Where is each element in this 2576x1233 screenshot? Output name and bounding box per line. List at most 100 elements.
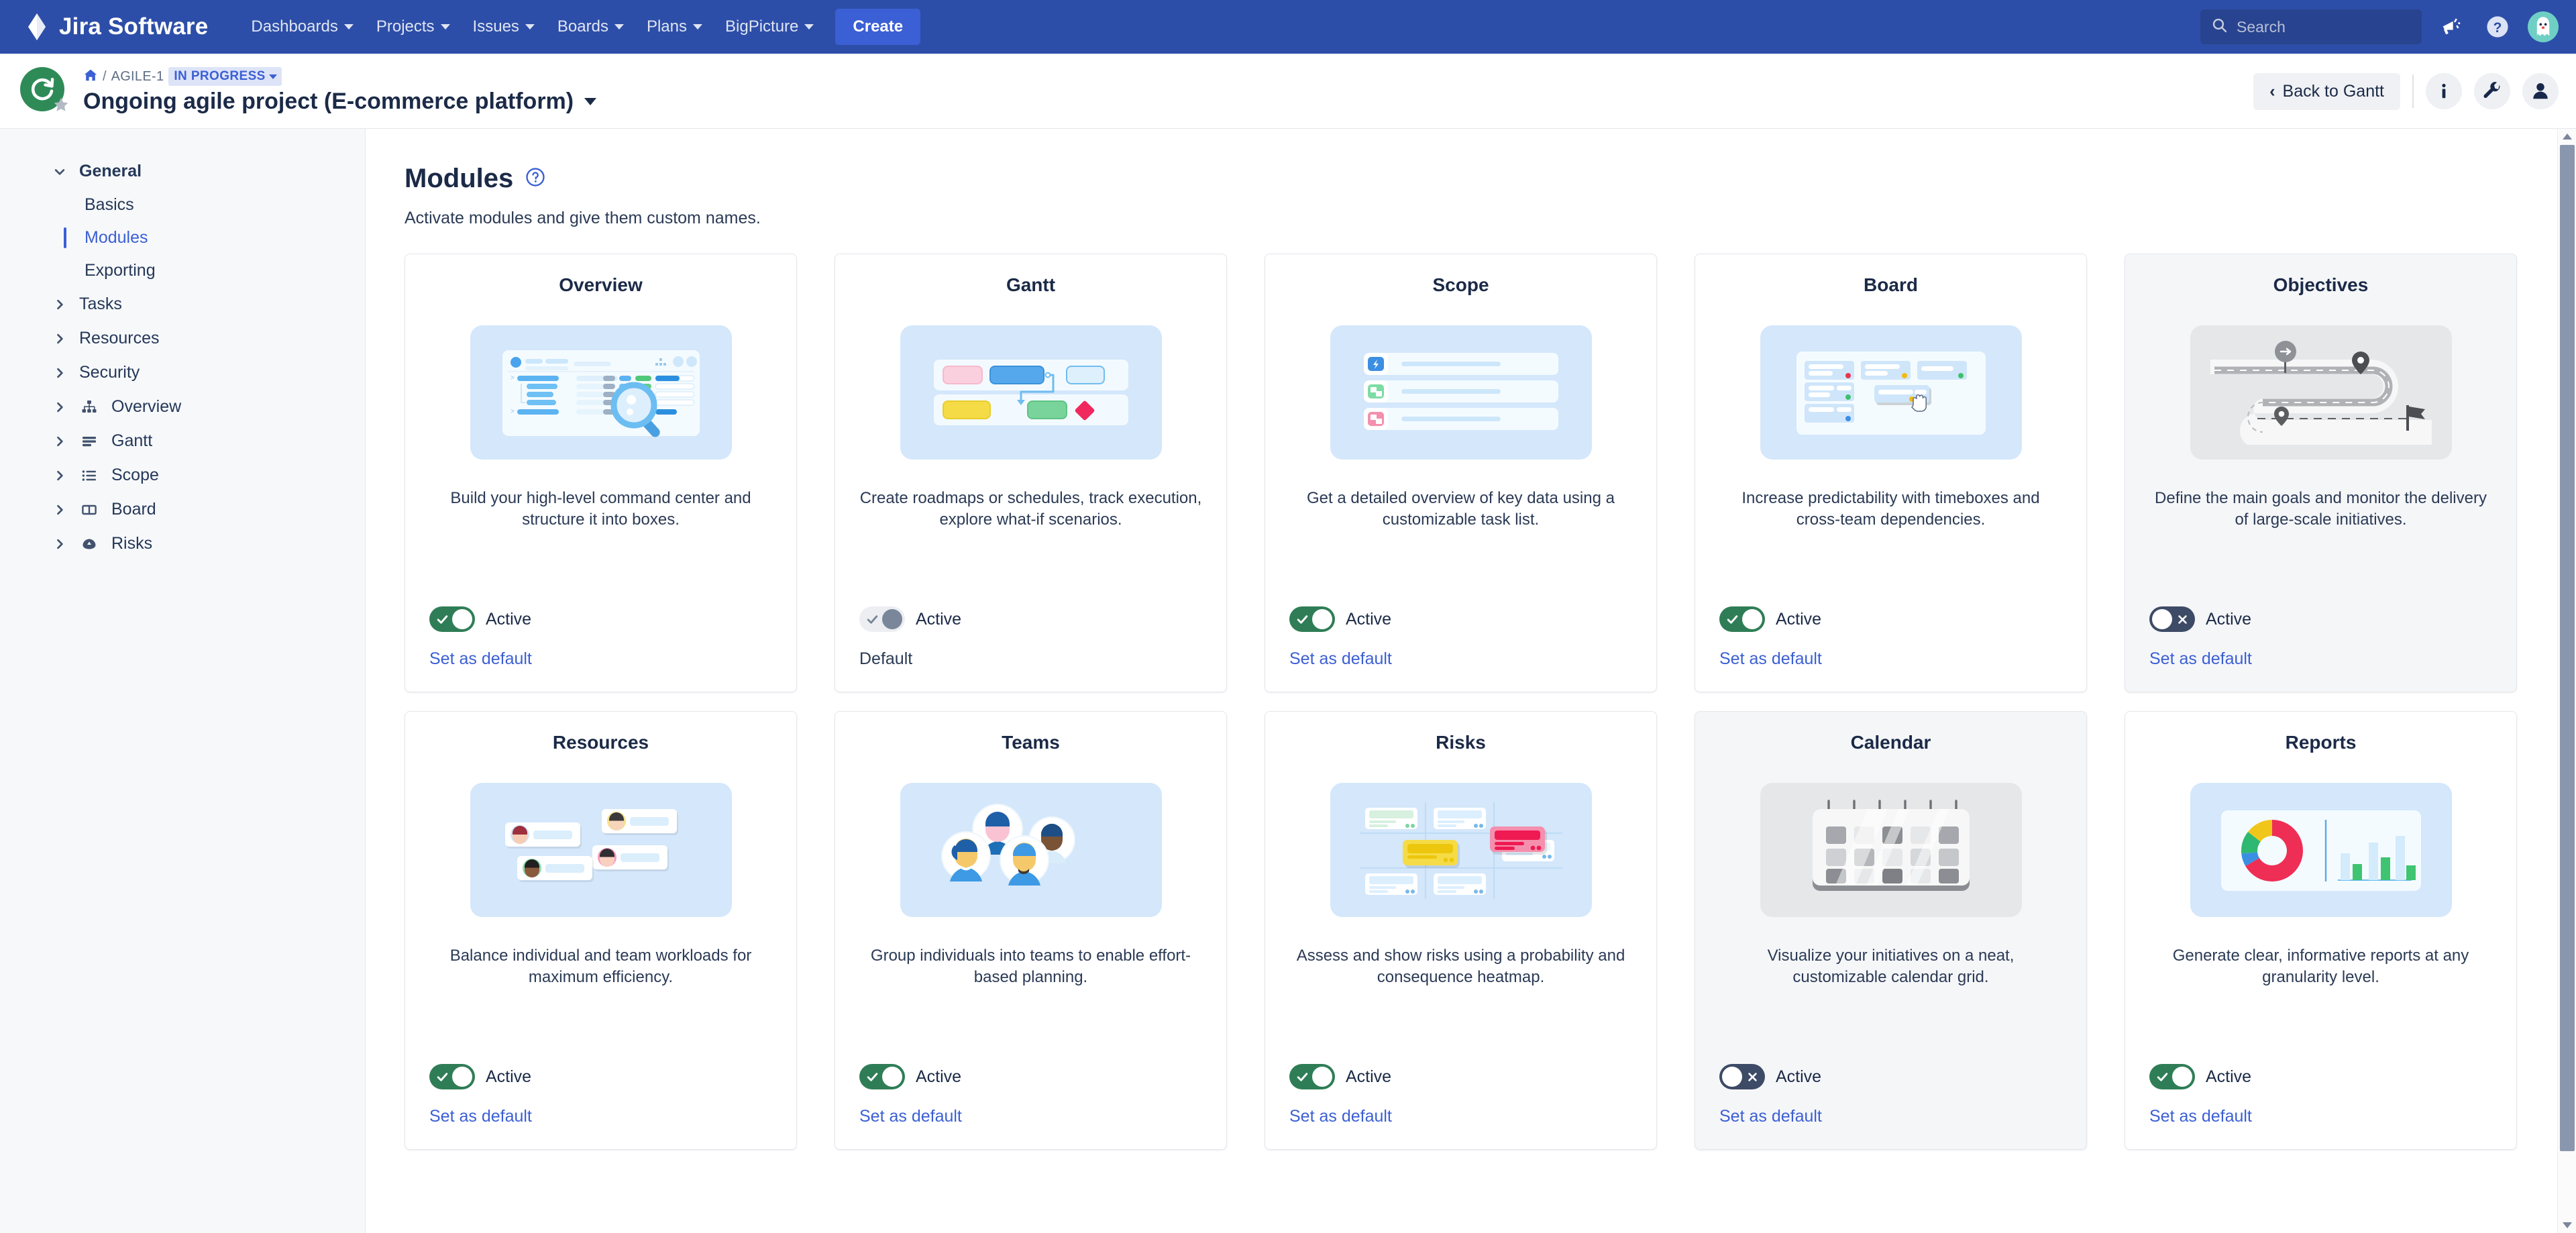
module-card-title: Calendar <box>1850 732 1931 753</box>
nav-item-plans[interactable]: Plans <box>636 11 713 43</box>
set-as-default-link[interactable]: Set as default <box>1719 649 2062 669</box>
set-as-default-link[interactable]: Set as default <box>429 1107 772 1126</box>
active-toggle[interactable] <box>1719 1064 1765 1089</box>
scrollbar-thumb[interactable] <box>2560 145 2575 1151</box>
body-wrapper: General Basics Modules Exporting Tasks R… <box>0 129 2576 1233</box>
active-toggle[interactable] <box>429 1064 475 1089</box>
nav-item-issues[interactable]: Issues <box>462 11 545 43</box>
back-to-gantt-label: Back to Gantt <box>2282 81 2384 101</box>
question-circle-icon[interactable] <box>525 167 545 191</box>
active-toggle[interactable] <box>859 1064 905 1089</box>
set-as-default-link[interactable]: Set as default <box>2149 649 2492 669</box>
sidebar-group-label: Tasks <box>79 294 122 313</box>
module-card-description: Define the main goals and monitor the de… <box>2155 489 2487 529</box>
jira-brand-logo[interactable]: Jira Software <box>25 13 208 40</box>
scroll-up-arrow[interactable] <box>2558 129 2576 145</box>
active-label: Active <box>486 609 532 629</box>
wrench-icon[interactable] <box>2474 73 2510 109</box>
breadcrumb-issue-key[interactable]: AGILE-1 <box>111 69 164 85</box>
active-toggle[interactable] <box>2149 1064 2195 1089</box>
sidebar-group-gantt[interactable]: Gantt <box>0 424 365 458</box>
set-as-default-link[interactable]: Set as default <box>1719 1107 2062 1126</box>
module-card-risks[interactable]: Risks Assess and show risks using a prob… <box>1265 711 1657 1150</box>
module-card-teams[interactable]: Teams Group individuals into teams to en… <box>835 711 1227 1150</box>
active-toggle[interactable] <box>1289 606 1335 632</box>
module-toggle-row: Active <box>1289 1064 1632 1089</box>
active-label: Active <box>486 1067 532 1086</box>
nav-item-projects[interactable]: Projects <box>366 11 461 43</box>
back-to-gantt-button[interactable]: ‹ Back to Gantt <box>2253 72 2400 110</box>
module-card-overview[interactable]: Overview > > Build your high-level comma… <box>405 254 797 692</box>
active-label: Active <box>2206 1067 2252 1086</box>
module-card-gantt[interactable]: Gantt Create roadmaps or schedules, trac… <box>835 254 1227 692</box>
module-card-title: Risks <box>1436 732 1486 753</box>
module-card-title: Gantt <box>1006 274 1056 295</box>
chevron-down-icon[interactable] <box>584 98 597 105</box>
create-button[interactable]: Create <box>835 9 921 45</box>
module-card-resources[interactable]: Resources Balance individual and team wo… <box>405 711 797 1150</box>
sidebar-group-general[interactable]: General <box>0 154 365 189</box>
megaphone-icon[interactable] <box>2436 11 2467 42</box>
help-icon[interactable]: ? <box>2482 11 2513 42</box>
home-icon[interactable] <box>83 68 98 85</box>
nav-label: Issues <box>472 17 519 36</box>
nav-item-boards[interactable]: Boards <box>547 11 635 43</box>
set-as-default-link[interactable]: Set as default <box>859 1107 1202 1126</box>
risk-icon <box>79 536 99 552</box>
modules-card-grid: Overview > > Build your high-level comma… <box>405 254 2576 1150</box>
nav-item-bigpicture[interactable]: BigPicture <box>714 11 824 43</box>
user-avatar[interactable] <box>2528 11 2559 42</box>
module-toggle-row: Active <box>1719 1064 2062 1089</box>
main-menu: Dashboards Projects Issues Boards Plans … <box>240 9 921 45</box>
sidebar-group-scope[interactable]: Scope <box>0 458 365 492</box>
status-badge[interactable]: IN PROGRESS <box>168 67 282 86</box>
sidebar-group-security[interactable]: Security <box>0 356 365 390</box>
module-card-board[interactable]: Board Increase predictability with timeb… <box>1695 254 2087 692</box>
project-avatar[interactable] <box>20 66 70 117</box>
sidebar-group-overview[interactable]: Overview <box>0 390 365 424</box>
set-as-default-link[interactable]: Set as default <box>1289 1107 1632 1126</box>
sidebar-item-exporting[interactable]: Exporting <box>0 254 365 287</box>
close-icon <box>2171 606 2193 632</box>
set-as-default-link[interactable]: Set as default <box>2149 1107 2492 1126</box>
search-input[interactable]: Search <box>2200 9 2422 44</box>
toggle-knob <box>1312 609 1332 629</box>
check-icon <box>861 1064 883 1089</box>
board-columns-icon <box>79 502 99 518</box>
toggle-knob <box>2152 609 2172 629</box>
sidebar-item-basics[interactable]: Basics <box>0 189 365 221</box>
project-title-block: / AGILE-1 IN PROGRESS Ongoing agile proj… <box>83 67 597 115</box>
chevron-right-icon <box>52 469 67 482</box>
active-toggle[interactable] <box>1289 1064 1335 1089</box>
module-toggle-row: Active <box>429 606 772 632</box>
jira-diamond-icon <box>25 13 48 40</box>
sidebar-group-tasks[interactable]: Tasks <box>0 287 365 321</box>
module-card-reports[interactable]: Reports Generate clear, informative repo… <box>2125 711 2517 1150</box>
toggle-knob <box>1742 609 1762 629</box>
sidebar-group-resources[interactable]: Resources <box>0 321 365 356</box>
sidebar-group-label: Board <box>111 500 156 519</box>
brand-title: Jira Software <box>59 13 209 40</box>
module-card-objectives[interactable]: Objectives Define the main goals and mon… <box>2125 254 2517 692</box>
sidebar-item-modules[interactable]: Modules <box>0 221 365 254</box>
chevron-right-icon <box>52 435 67 448</box>
toggle-knob <box>452 1067 472 1087</box>
module-card-calendar[interactable]: Calendar Visualize your initiatives on a… <box>1695 711 2087 1150</box>
person-icon[interactable] <box>2522 73 2559 109</box>
sidebar-group-board[interactable]: Board <box>0 492 365 527</box>
set-as-default-link[interactable]: Set as default <box>1289 649 1632 669</box>
check-icon <box>2151 1064 2173 1089</box>
module-card-scope[interactable]: Scope Get a detailed overview of key dat… <box>1265 254 1657 692</box>
active-toggle[interactable] <box>1719 606 1765 632</box>
vertical-scrollbar[interactable] <box>2557 129 2576 1233</box>
info-icon[interactable] <box>2426 73 2462 109</box>
scroll-down-arrow[interactable] <box>2558 1217 2576 1233</box>
nav-item-dashboards[interactable]: Dashboards <box>240 11 364 43</box>
toggle-knob <box>882 1067 902 1087</box>
module-card-footer: Active Default <box>859 606 1202 692</box>
favorite-star-icon[interactable] <box>52 96 70 117</box>
active-toggle[interactable] <box>2149 606 2195 632</box>
sidebar-group-risks[interactable]: Risks <box>0 527 365 561</box>
set-as-default-link[interactable]: Set as default <box>429 649 772 669</box>
active-toggle[interactable] <box>429 606 475 632</box>
